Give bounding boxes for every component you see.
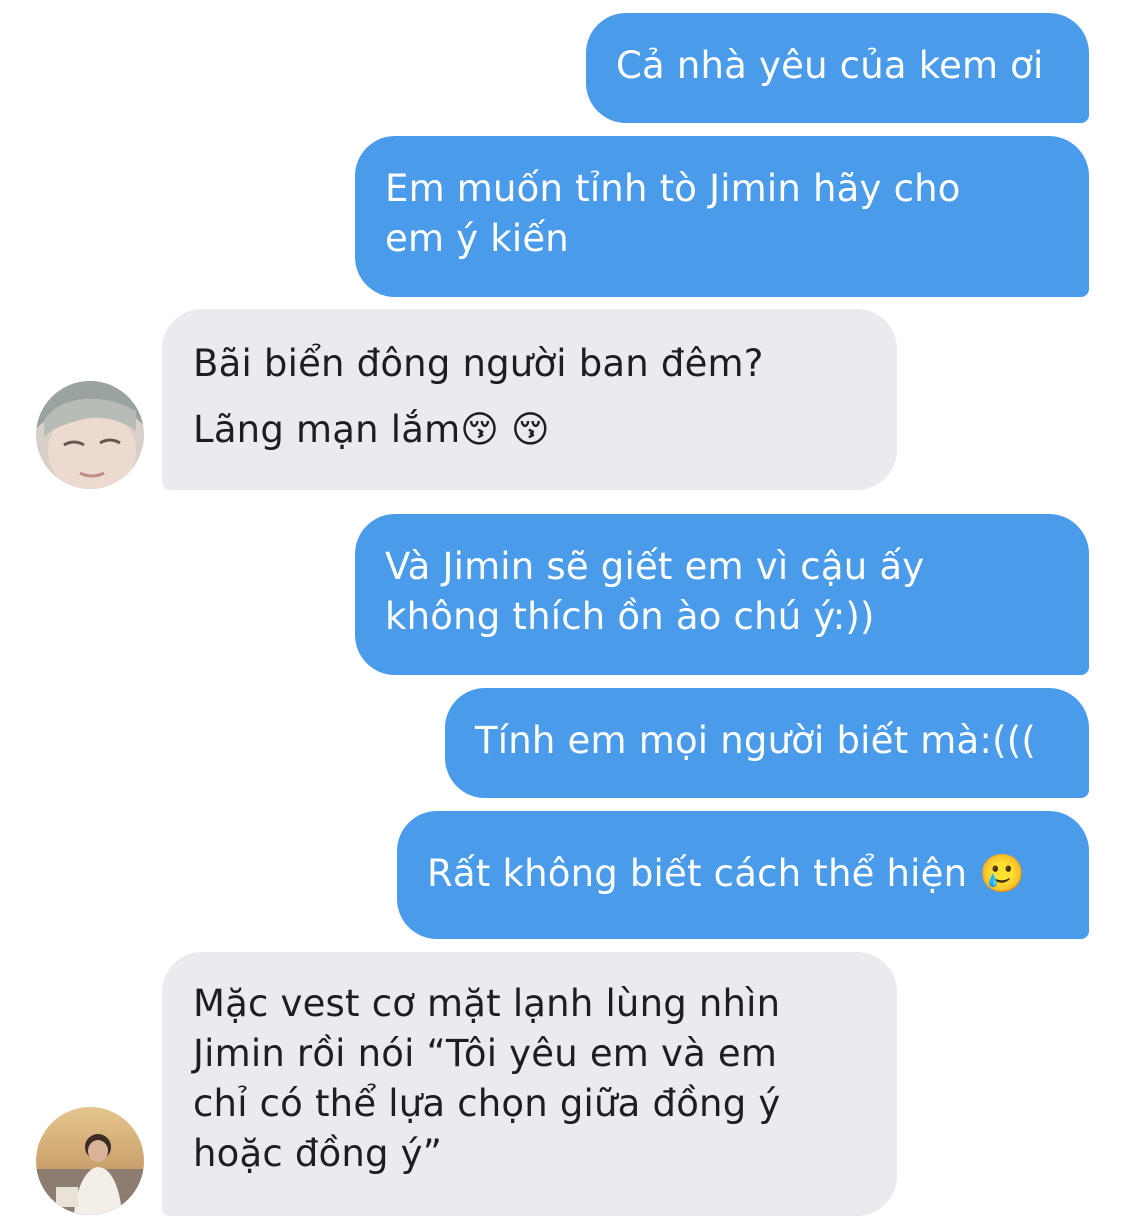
- message-text: Cả nhà yêu của kem ơi: [616, 44, 1044, 87]
- message-text: hoặc đồng ý”: [193, 1132, 443, 1175]
- message-text: Lãng mạn lắm😚 😚: [193, 408, 550, 451]
- message-text: không thích ồn ào chú ý:)): [385, 595, 875, 638]
- contact-avatar[interactable]: [36, 1107, 144, 1215]
- message-bubble-sent[interactable]: Tính em mọi người biết mà:(((: [445, 688, 1089, 798]
- message-bubble-sent[interactable]: Cả nhà yêu của kem ơi: [586, 13, 1089, 123]
- message-text: chỉ có thể lựa chọn giữa đồng ý: [193, 1082, 781, 1125]
- message-text: Rất không biết cách thể hiện 🥲: [427, 852, 1026, 895]
- message-bubble-sent[interactable]: Em muốn tỉnh tò Jimin hãy cho em ý kiến: [355, 136, 1089, 297]
- message-text: Mặc vest cơ mặt lạnh lùng nhìn: [193, 982, 781, 1025]
- message-text: em ý kiến: [385, 217, 569, 260]
- contact-avatar[interactable]: [36, 381, 144, 489]
- message-bubble-sent[interactable]: Và Jimin sẽ giết em vì cậu ấy không thíc…: [355, 514, 1089, 675]
- message-bubble-sent[interactable]: Rất không biết cách thể hiện 🥲: [397, 811, 1089, 939]
- message-text: Jimin rồi nói “Tôi yêu em và em: [193, 1032, 778, 1075]
- message-bubble-received[interactable]: Mặc vest cơ mặt lạnh lùng nhìn Jimin rồi…: [162, 952, 897, 1216]
- message-text: Tính em mọi người biết mà:(((: [475, 719, 1036, 762]
- message-text: Bãi biển đông người ban đêm?: [193, 342, 764, 385]
- message-text: Và Jimin sẽ giết em vì cậu ấy: [385, 545, 925, 588]
- message-bubble-received[interactable]: Bãi biển đông người ban đêm? Lãng mạn lắ…: [162, 309, 897, 490]
- message-text: Em muốn tỉnh tò Jimin hãy cho: [385, 167, 961, 210]
